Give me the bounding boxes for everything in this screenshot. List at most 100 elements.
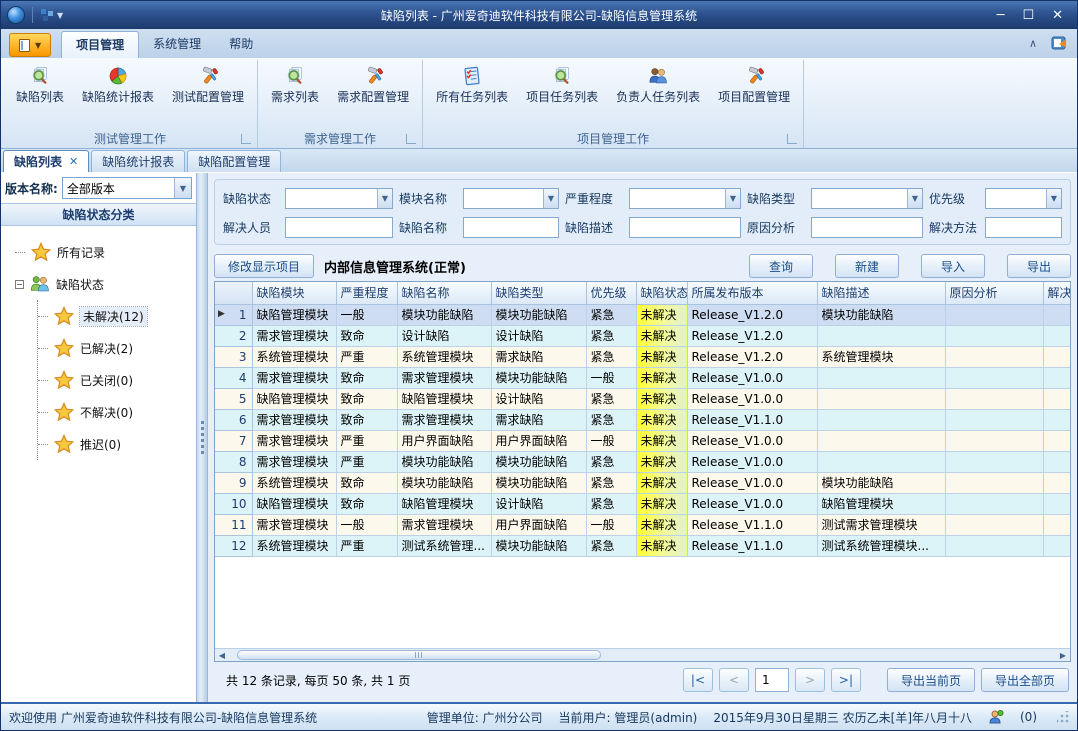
- grid-cell[interactable]: 未解决: [636, 367, 687, 388]
- grid-cell[interactable]: [1043, 409, 1070, 430]
- close-button[interactable]: ✕: [1052, 9, 1063, 22]
- ribbon-button[interactable]: 缺陷列表: [9, 62, 71, 107]
- filter-dropdown[interactable]: ▼: [629, 188, 741, 209]
- grid-cell[interactable]: 缺陷管理模块: [817, 493, 945, 514]
- table-row[interactable]: 8需求管理模块严重模块功能缺陷模块功能缺陷紧急未解决Release_V1.0.0: [215, 451, 1070, 472]
- row-header[interactable]: 12: [215, 535, 252, 556]
- table-row[interactable]: 12系统管理模块严重测试系统管理...模块功能缺陷紧急未解决Release_V1…: [215, 535, 1070, 556]
- grid-cell[interactable]: 设计缺陷: [491, 493, 586, 514]
- grid-cell[interactable]: [1043, 472, 1070, 493]
- grid-cell[interactable]: 需求管理模块: [397, 514, 491, 535]
- tree-item-0[interactable]: 所有记录: [15, 236, 196, 268]
- table-row[interactable]: 4需求管理模块致命需求管理模块模块功能缺陷一般未解决Release_V1.0.0: [215, 367, 1070, 388]
- grid-cell[interactable]: 未解决: [636, 451, 687, 472]
- grid-cell[interactable]: 缺陷管理模块: [397, 493, 491, 514]
- grid-cell[interactable]: 系统管理模块: [252, 472, 336, 493]
- grid-cell[interactable]: 致命: [336, 493, 397, 514]
- table-row[interactable]: 2需求管理模块致命设计缺陷设计缺陷紧急未解决Release_V1.2.0: [215, 325, 1070, 346]
- row-header[interactable]: 9: [215, 472, 252, 493]
- ribbon-button[interactable]: 需求列表: [264, 62, 326, 107]
- filter-dropdown[interactable]: ▼: [985, 188, 1062, 209]
- grid-cell[interactable]: 紧急: [586, 535, 636, 556]
- grid-cell[interactable]: 模块功能缺陷: [491, 451, 586, 472]
- grid-cell[interactable]: 模块功能缺陷: [817, 304, 945, 325]
- row-header[interactable]: 5: [215, 388, 252, 409]
- user-message-icon[interactable]: [988, 709, 1004, 725]
- tree-item-5[interactable]: 不解决(0): [38, 396, 196, 428]
- grid-cell[interactable]: 紧急: [586, 472, 636, 493]
- horizontal-scrollbar[interactable]: ◀ ▶: [215, 648, 1070, 661]
- row-header[interactable]: 11: [215, 514, 252, 535]
- tree-item-2[interactable]: 未解决(12): [38, 300, 196, 332]
- import-button[interactable]: 导入: [921, 254, 985, 278]
- grid-cell[interactable]: 需求缺陷: [491, 409, 586, 430]
- grid-cell[interactable]: [945, 409, 1043, 430]
- table-row[interactable]: ▶1缺陷管理模块一般模块功能缺陷模块功能缺陷紧急未解决Release_V1.2.…: [215, 304, 1070, 325]
- grid-cell[interactable]: [1043, 325, 1070, 346]
- scroll-right-icon[interactable]: ▶: [1056, 651, 1070, 660]
- grid-cell[interactable]: [945, 430, 1043, 451]
- grid-cell[interactable]: Release_V1.0.0: [687, 472, 817, 493]
- grid-cell[interactable]: 一般: [336, 514, 397, 535]
- grid-cell[interactable]: Release_V1.0.0: [687, 493, 817, 514]
- grid-cell[interactable]: [945, 325, 1043, 346]
- minimize-button[interactable]: ─: [997, 9, 1005, 22]
- sidebar-splitter[interactable]: [197, 173, 208, 702]
- grid-cell[interactable]: 严重: [336, 346, 397, 367]
- modify-display-items-button[interactable]: 修改显示项目: [214, 254, 314, 278]
- grid-cell[interactable]: [945, 472, 1043, 493]
- doc-tab-2[interactable]: 缺陷配置管理: [187, 150, 281, 172]
- chevron-down-icon[interactable]: ▼: [377, 189, 392, 208]
- grid-cell[interactable]: 未解决: [636, 304, 687, 325]
- grid-cell[interactable]: 需求管理模块: [252, 367, 336, 388]
- dialog-launcher-icon[interactable]: [787, 134, 797, 144]
- grid-cell[interactable]: 致命: [336, 409, 397, 430]
- row-header[interactable]: 4: [215, 367, 252, 388]
- grid-cell[interactable]: 系统管理模块: [252, 535, 336, 556]
- version-select[interactable]: 全部版本 ▼: [62, 177, 192, 199]
- grid-cell[interactable]: [945, 451, 1043, 472]
- grid-cell[interactable]: 模块功能缺陷: [397, 451, 491, 472]
- grid-cell[interactable]: 需求管理模块: [252, 325, 336, 346]
- grid-cell[interactable]: Release_V1.0.0: [687, 388, 817, 409]
- ribbon-button[interactable]: 所有任务列表: [429, 62, 515, 107]
- grid-cell[interactable]: 模块功能缺陷: [491, 367, 586, 388]
- grid-cell[interactable]: 用户界面缺陷: [491, 430, 586, 451]
- column-header-1[interactable]: 严重程度: [336, 282, 397, 304]
- grid-cell[interactable]: [817, 430, 945, 451]
- grid-cell[interactable]: 致命: [336, 472, 397, 493]
- grid-cell[interactable]: 需求管理模块: [252, 409, 336, 430]
- ribbon-button[interactable]: 测试配置管理: [165, 62, 251, 107]
- filter-input[interactable]: [629, 217, 741, 238]
- grid-cell[interactable]: 一般: [586, 430, 636, 451]
- filter-dropdown[interactable]: ▼: [463, 188, 559, 209]
- grid-cell[interactable]: [817, 451, 945, 472]
- first-page-button[interactable]: |<: [683, 668, 713, 692]
- grid-cell[interactable]: [945, 493, 1043, 514]
- ribbon-button[interactable]: 缺陷统计报表: [75, 62, 161, 107]
- grid-cell[interactable]: 系统管理模块: [252, 346, 336, 367]
- ribbon-tab-1[interactable]: 系统管理: [139, 31, 215, 58]
- grid-cell[interactable]: [1043, 493, 1070, 514]
- grid-cell[interactable]: 致命: [336, 367, 397, 388]
- app-menu-button[interactable]: ▼: [9, 33, 51, 57]
- page-number-input[interactable]: 1: [755, 668, 789, 692]
- table-row[interactable]: 11需求管理模块一般需求管理模块用户界面缺陷一般未解决Release_V1.1.…: [215, 514, 1070, 535]
- grid-cell[interactable]: 需求管理模块: [397, 409, 491, 430]
- grid-cell[interactable]: 缺陷管理模块: [252, 493, 336, 514]
- grid-cell[interactable]: [1043, 514, 1070, 535]
- grid-cell[interactable]: Release_V1.1.0: [687, 535, 817, 556]
- doc-tab-0[interactable]: 缺陷列表✕: [3, 150, 89, 172]
- grid-cell[interactable]: 严重: [336, 430, 397, 451]
- new-button[interactable]: 新建: [835, 254, 899, 278]
- grid-cell[interactable]: 严重: [336, 535, 397, 556]
- grid-cell[interactable]: [945, 535, 1043, 556]
- grid-cell[interactable]: 致命: [336, 325, 397, 346]
- grid-cell[interactable]: 紧急: [586, 304, 636, 325]
- grid-cell[interactable]: [945, 346, 1043, 367]
- grid-cell[interactable]: 设计缺陷: [491, 325, 586, 346]
- last-page-button[interactable]: >|: [831, 668, 861, 692]
- grid-cell[interactable]: 紧急: [586, 493, 636, 514]
- dialog-launcher-icon[interactable]: [406, 134, 416, 144]
- grid-cell[interactable]: [1043, 346, 1070, 367]
